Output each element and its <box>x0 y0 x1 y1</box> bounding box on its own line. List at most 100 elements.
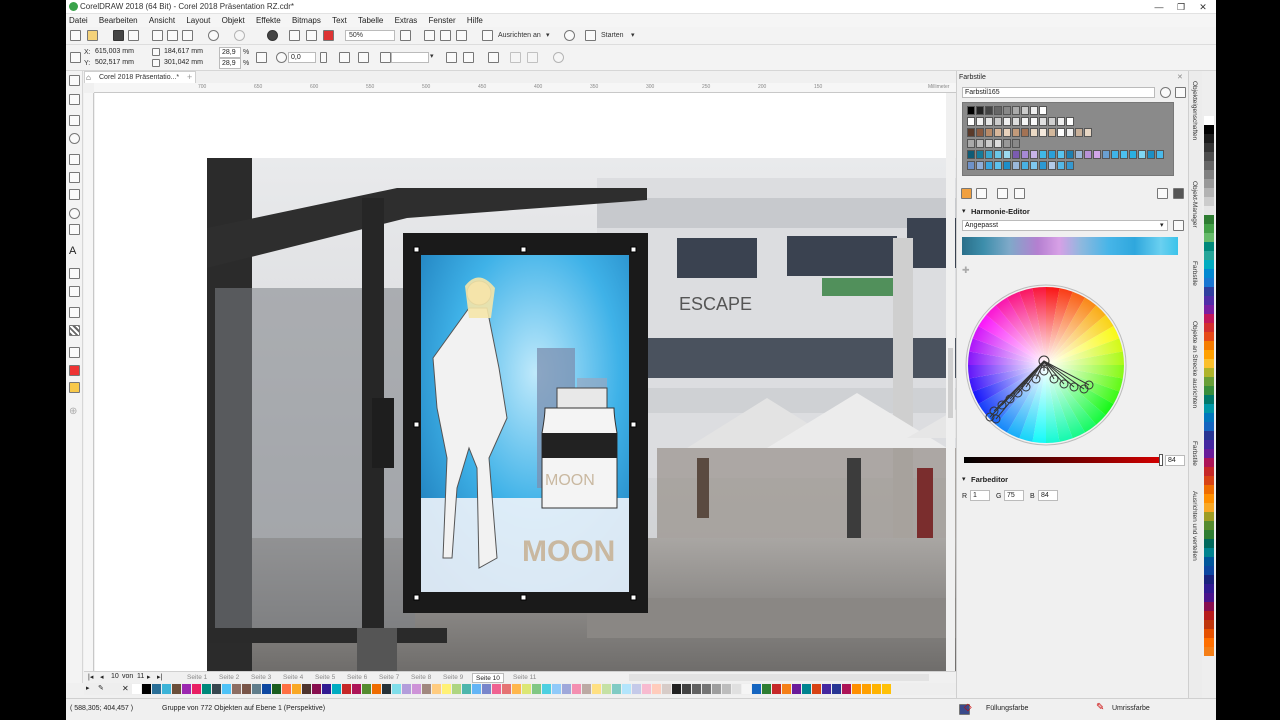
palette-swatch[interactable] <box>1204 368 1214 377</box>
color-style-options-icon[interactable] <box>1160 87 1171 98</box>
style-swatch[interactable] <box>985 128 993 137</box>
redo-icon[interactable] <box>234 30 245 41</box>
trash-icon[interactable] <box>1173 188 1184 199</box>
palette-swatch[interactable] <box>1204 548 1214 557</box>
palette-swatch[interactable] <box>1204 215 1214 224</box>
palette-swatch[interactable] <box>772 684 781 694</box>
palette-swatch[interactable] <box>622 684 631 694</box>
guidelines-icon[interactable] <box>456 30 467 41</box>
palette-swatch[interactable] <box>882 684 891 694</box>
palette-swatch[interactable] <box>252 684 261 694</box>
palette-swatch[interactable] <box>132 684 141 694</box>
page-tab[interactable]: Seite 1 <box>184 673 210 683</box>
palette-swatch[interactable] <box>1204 458 1214 467</box>
palette-swatch[interactable] <box>1204 485 1214 494</box>
palette-swatch[interactable] <box>342 684 351 694</box>
style-swatch[interactable] <box>1003 117 1011 126</box>
style-swatch[interactable] <box>1030 128 1038 137</box>
import-icon[interactable] <box>289 30 300 41</box>
palette-swatch[interactable] <box>1204 593 1214 602</box>
palette-swatch[interactable] <box>1204 197 1214 206</box>
palette-swatch[interactable] <box>432 684 441 694</box>
first-page-icon[interactable]: |◂ <box>88 673 93 681</box>
style-swatch[interactable] <box>1030 117 1038 126</box>
palette-swatch[interactable] <box>1204 413 1214 422</box>
palette-swatch[interactable] <box>592 684 601 694</box>
menu-tabelle[interactable]: Tabelle <box>358 14 383 27</box>
r-value-field[interactable]: 1 <box>970 490 990 501</box>
style-swatch[interactable] <box>985 161 993 170</box>
palette-swatch[interactable] <box>1204 170 1214 179</box>
b-value-field[interactable]: 84 <box>1038 490 1058 501</box>
palette-swatch[interactable] <box>552 684 561 694</box>
add-tab-icon[interactable]: + <box>187 72 192 82</box>
palette-swatch[interactable] <box>482 684 491 694</box>
palette-swatch[interactable] <box>1204 314 1214 323</box>
page-tab[interactable]: Seite 8 <box>408 673 434 683</box>
palette-swatch[interactable] <box>1204 323 1214 332</box>
style-swatch[interactable] <box>1066 161 1074 170</box>
zoom-tool-icon[interactable] <box>69 133 80 144</box>
palette-swatch[interactable] <box>282 684 291 694</box>
palette-swatch[interactable] <box>722 684 731 694</box>
new-style-icon[interactable] <box>961 188 972 199</box>
style-swatch[interactable] <box>1003 106 1011 115</box>
palette-swatch[interactable] <box>652 684 661 694</box>
palette-swatch[interactable] <box>1204 296 1214 305</box>
menu-objekt[interactable]: Objekt <box>222 14 245 27</box>
page-tab-active[interactable]: Seite 10 <box>472 673 504 683</box>
publish-pdf-icon[interactable] <box>323 30 334 41</box>
style-swatch[interactable] <box>985 117 993 126</box>
palette-swatch[interactable] <box>1204 359 1214 368</box>
style-swatch[interactable] <box>1039 128 1047 137</box>
shape-tool-icon[interactable] <box>69 94 80 105</box>
new-document-icon[interactable] <box>70 30 81 41</box>
edit-perspective-icon[interactable] <box>446 52 457 63</box>
style-swatch[interactable] <box>1066 117 1074 126</box>
palette-swatch[interactable] <box>462 684 471 694</box>
smart-fill-icon[interactable] <box>69 382 80 393</box>
style-swatch[interactable] <box>1075 150 1083 159</box>
harmony-strip[interactable] <box>962 237 1178 255</box>
tab-object-manager[interactable]: Objekt-Manager <box>1191 181 1198 228</box>
style-swatch[interactable] <box>1030 106 1038 115</box>
transparency-icon[interactable] <box>69 325 80 336</box>
bus-stop-photo[interactable]: ESCAPE MOON MOON <box>207 158 973 671</box>
eyedropper-icon[interactable]: ✎ <box>98 684 104 692</box>
palette-swatch[interactable] <box>192 684 201 694</box>
palette-swatch[interactable] <box>1204 611 1214 620</box>
page-tab[interactable]: Seite 5 <box>312 673 338 683</box>
palette-swatch[interactable] <box>322 684 331 694</box>
harmony-editor-header[interactable]: Harmonie-Editor <box>971 207 1030 216</box>
palette-swatch[interactable] <box>1204 422 1214 431</box>
tab-align-to-path[interactable]: Objekte an Strecke ausrichten <box>1191 321 1198 408</box>
style-swatch[interactable] <box>1012 150 1020 159</box>
new-harmony-icon[interactable] <box>976 188 987 199</box>
palette-swatch[interactable] <box>1204 224 1214 233</box>
palette-swatch[interactable] <box>172 684 181 694</box>
style-swatch[interactable] <box>1039 150 1047 159</box>
export-icon[interactable] <box>306 30 317 41</box>
palette-swatch[interactable] <box>1204 161 1214 170</box>
style-swatch[interactable] <box>1012 139 1020 148</box>
page-tab[interactable]: Seite 2 <box>216 673 242 683</box>
import-styles-icon[interactable] <box>1014 188 1025 199</box>
style-swatch[interactable] <box>1039 161 1047 170</box>
style-swatch[interactable] <box>1129 150 1137 159</box>
palette-swatch[interactable] <box>752 684 761 694</box>
next-page-icon[interactable]: ▸ <box>147 673 151 681</box>
palette-swatch[interactable] <box>182 684 191 694</box>
palette-swatch[interactable] <box>472 684 481 694</box>
palette-swatch[interactable] <box>1204 341 1214 350</box>
palette-swatch[interactable] <box>272 684 281 694</box>
crop-tool-icon[interactable] <box>69 115 80 126</box>
style-swatch[interactable] <box>1012 106 1020 115</box>
scale-y-field[interactable]: 28,9 <box>219 58 241 69</box>
palette-swatch[interactable] <box>1204 602 1214 611</box>
drawing-canvas[interactable]: ESCAPE MOON MOON <box>95 93 973 671</box>
start-app-icon[interactable] <box>585 30 596 41</box>
menu-extras[interactable]: Extras <box>395 14 418 27</box>
style-swatch[interactable] <box>1003 150 1011 159</box>
palette-swatch[interactable] <box>662 684 671 694</box>
palette-swatch[interactable] <box>572 684 581 694</box>
